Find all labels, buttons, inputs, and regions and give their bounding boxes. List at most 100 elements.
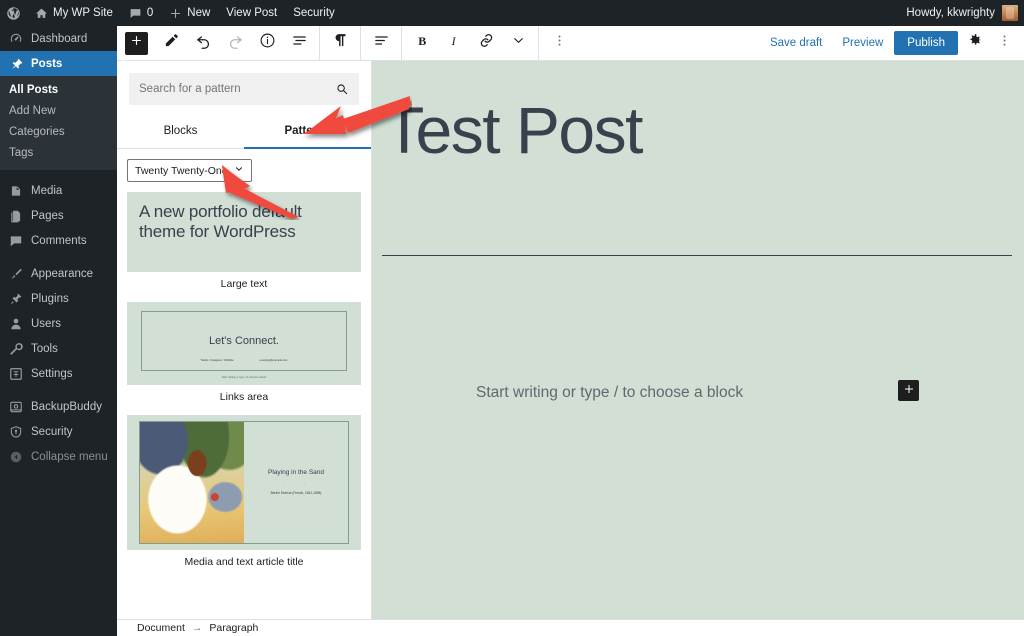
tab-patterns[interactable]: Patterns — [244, 113, 371, 148]
sidebar-item-comments[interactable]: Comments — [0, 228, 117, 253]
redo-button[interactable] — [220, 28, 250, 58]
sidebar-item-plugins[interactable]: Plugins — [0, 286, 117, 311]
sidebar-item-security[interactable]: Security — [0, 419, 117, 444]
toolbar-divider — [401, 26, 402, 61]
sidebar-item-posts[interactable]: Posts — [0, 51, 117, 76]
pencil-edit-icon — [163, 32, 180, 54]
pattern-list: A new portfolio default theme for WordPr… — [117, 190, 371, 590]
view-post-link[interactable]: View Post — [218, 0, 285, 26]
sidebar-item-appearance[interactable]: Appearance — [0, 261, 117, 286]
pattern-item-large-text[interactable]: A new portfolio default theme for WordPr… — [127, 192, 361, 290]
breadcrumb-document[interactable]: Document — [137, 622, 185, 634]
comments-icon — [8, 234, 24, 248]
tab-blocks[interactable]: Blocks — [117, 113, 244, 148]
italic-button[interactable]: I — [439, 28, 469, 58]
sidebar-item-label: Posts — [31, 58, 62, 70]
my-account-menu[interactable]: Howdy, kkwrighty — [906, 5, 1024, 21]
pattern-label: Large text — [127, 272, 361, 290]
bold-button[interactable]: B — [407, 28, 437, 58]
pattern-preview-email: example@example.com — [260, 359, 288, 362]
toolbar-divider — [319, 26, 320, 61]
wordpress-logo-icon — [6, 6, 21, 21]
plugins-plug-icon — [8, 292, 24, 306]
pattern-label: Links area — [127, 385, 361, 403]
sidebar-item-pages[interactable]: Pages — [0, 203, 117, 228]
preview-button[interactable]: Preview — [833, 32, 892, 54]
pattern-preview-box: Playing in the Sand · · · Berthe Morisot… — [139, 421, 349, 544]
pattern-preview-links-row: Twitter / Instagram / Dribbble example@e… — [142, 359, 346, 362]
inline-add-block-button[interactable] — [898, 380, 919, 401]
link-icon — [478, 32, 495, 54]
plus-icon — [130, 34, 143, 52]
view-post-label: View Post — [226, 7, 277, 19]
sidebar-item-tools[interactable]: Tools — [0, 336, 117, 361]
undo-button[interactable] — [188, 28, 218, 58]
pattern-preview[interactable]: Playing in the Sand · · · Berthe Morisot… — [127, 415, 361, 550]
submenu-item-add-new[interactable]: Add New — [0, 101, 117, 122]
list-view-button[interactable] — [284, 28, 314, 58]
sidebar-item-users[interactable]: Users — [0, 311, 117, 336]
pattern-preview-links: Twitter / Instagram / Dribbble — [200, 359, 233, 362]
breadcrumb-block[interactable]: Paragraph — [209, 622, 258, 634]
edit-tools-button[interactable] — [156, 28, 186, 58]
pattern-preview-box: Let's Connect. Twitter / Instagram / Dri… — [141, 311, 347, 371]
theme-filter-dropdown[interactable]: Twenty Twenty-One — [127, 159, 252, 182]
comments-menu[interactable]: 0 — [121, 0, 161, 26]
submenu-item-categories[interactable]: Categories — [0, 122, 117, 143]
pattern-preview-title: Playing in the Sand — [268, 469, 324, 476]
sidebar-item-backupbuddy[interactable]: BackupBuddy — [0, 394, 117, 419]
sidebar-item-label: Media — [31, 185, 62, 197]
block-type-paragraph-button[interactable] — [325, 28, 355, 58]
paragraph-block-placeholder[interactable]: Start writing or type / to choose a bloc… — [476, 384, 743, 402]
publish-button[interactable]: Publish — [894, 31, 958, 55]
dashboard-icon — [8, 32, 24, 46]
pattern-preview-caption: Berthe Morisot (French, 1841-1895) — [271, 491, 322, 496]
search-field-container[interactable] — [129, 73, 359, 105]
link-button[interactable] — [471, 28, 501, 58]
pattern-preview-text-col: Playing in the Sand · · · Berthe Morisot… — [244, 422, 348, 543]
sidebar-item-media[interactable]: Media — [0, 178, 117, 203]
submenu-item-all-posts[interactable]: All Posts — [0, 80, 117, 101]
pattern-item-media-text[interactable]: Playing in the Sand · · · Berthe Morisot… — [127, 415, 361, 568]
sidebar-item-collapse-menu[interactable]: Collapse menu — [0, 444, 117, 469]
appearance-brush-icon — [8, 267, 24, 281]
editor-options-button[interactable] — [990, 29, 1018, 57]
wordpress-logo-button[interactable] — [0, 0, 27, 26]
sidebar-item-label: Users — [31, 318, 61, 330]
comment-bubble-icon — [129, 7, 142, 20]
search-input[interactable] — [130, 74, 358, 104]
chevron-down-icon — [234, 164, 244, 177]
pin-icon — [8, 57, 24, 71]
backupbuddy-icon — [8, 400, 24, 414]
site-name-menu[interactable]: My WP Site — [27, 0, 121, 26]
settings-button[interactable] — [960, 29, 988, 57]
pattern-item-links-area[interactable]: Let's Connect. Twitter / Instagram / Dri… — [127, 302, 361, 403]
sidebar-item-label: Tools — [31, 343, 58, 355]
pattern-preview[interactable]: A new portfolio default theme for WordPr… — [127, 192, 361, 272]
more-rich-text-button[interactable] — [503, 28, 533, 58]
sidebar-item-label: Dashboard — [31, 33, 87, 45]
security-menu[interactable]: Security — [285, 0, 343, 26]
posts-submenu: All Posts Add New Categories Tags — [0, 76, 117, 170]
info-circle-icon — [259, 32, 276, 54]
submenu-item-tags[interactable]: Tags — [0, 143, 117, 164]
pattern-preview[interactable]: Let's Connect. Twitter / Instagram / Dri… — [127, 302, 361, 385]
save-draft-button[interactable]: Save draft — [761, 32, 831, 54]
sidebar-item-settings[interactable]: Settings — [0, 361, 117, 386]
search-icon — [335, 82, 349, 96]
sidebar-item-dashboard[interactable]: Dashboard — [0, 26, 117, 51]
add-block-button[interactable] — [125, 32, 148, 55]
sidebar-item-label: Appearance — [31, 268, 93, 280]
users-icon — [8, 317, 24, 331]
pattern-category-filter-wrap: Twenty Twenty-One — [117, 149, 371, 190]
pattern-preview-dots: · · · — [283, 481, 309, 486]
editor-canvas[interactable]: Test Post Start writing or type / to cho… — [372, 61, 1024, 619]
menu-separator — [0, 170, 117, 178]
details-button[interactable] — [252, 28, 282, 58]
sidebar-item-label: Comments — [31, 235, 87, 247]
sidebar-item-label: Settings — [31, 368, 73, 380]
post-title-input[interactable]: Test Post — [384, 96, 984, 165]
block-options-button[interactable] — [544, 28, 574, 58]
align-text-button[interactable] — [366, 28, 396, 58]
new-content-menu[interactable]: New — [161, 0, 218, 26]
